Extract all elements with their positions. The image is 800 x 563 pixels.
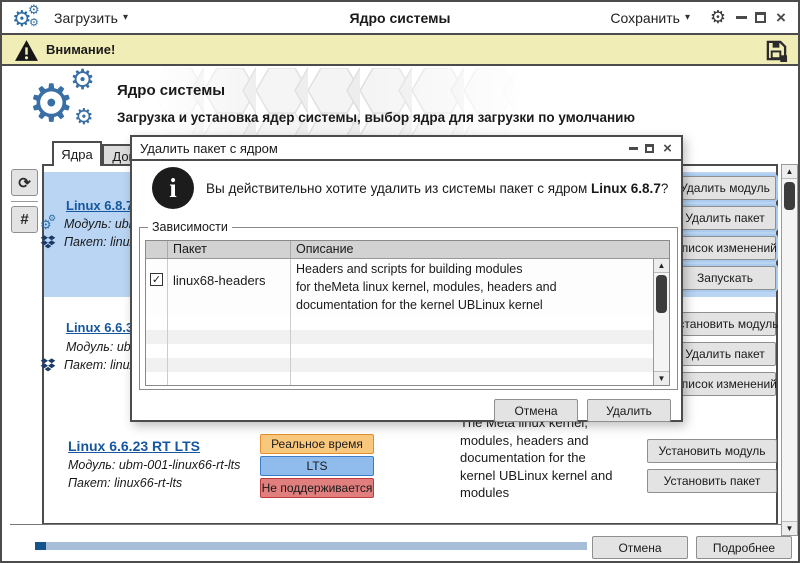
numbering-button[interactable]: #	[11, 206, 38, 233]
changelog-button[interactable]: Список изменений	[674, 236, 776, 260]
scroll-down-icon[interactable]: ▼	[782, 521, 797, 535]
table-row	[146, 330, 669, 344]
chevron-down-icon: ▾	[685, 12, 690, 23]
warning-bar: Внимание!	[2, 35, 798, 66]
scroll-down-icon[interactable]: ▼	[654, 371, 669, 385]
dialog-maximize-button[interactable]	[642, 137, 657, 159]
package-icon	[40, 357, 56, 373]
remove-package-button[interactable]: Удалить пакет	[674, 206, 776, 230]
package-icon	[40, 234, 56, 250]
package-column-header: Пакет	[168, 241, 291, 258]
dialog-cancel-button[interactable]: Отмена	[494, 399, 578, 422]
maximize-button[interactable]	[751, 2, 769, 33]
dialog-delete-button[interactable]: Удалить	[587, 399, 671, 422]
content-bottom-border	[10, 524, 781, 525]
kernel-3-description: The Meta linux kernel, modules, headers …	[460, 414, 620, 502]
scroll-up-icon[interactable]: ▲	[782, 165, 797, 179]
save-disk-icon[interactable]	[765, 39, 788, 62]
kernel-3-module: Модуль: ubm-001-linux66-rt-lts	[68, 458, 240, 472]
load-menu-label: Загрузить	[54, 10, 118, 26]
badge-lts: LTS	[260, 456, 374, 476]
refresh-button[interactable]: ⟳	[11, 169, 38, 196]
app-window: ⚙ ⚙ ⚙ Загрузить ▾ Ядро системы Сохранить…	[0, 0, 800, 563]
title-bar: ⚙ ⚙ ⚙ Загрузить ▾ Ядро системы Сохранить…	[2, 2, 798, 35]
dialog-close-button[interactable]: ×	[660, 137, 675, 159]
progress-fill	[35, 542, 46, 550]
close-button[interactable]: ×	[772, 2, 790, 33]
table-row	[146, 372, 669, 386]
dependency-description: Headers and scripts for building modules…	[291, 259, 669, 316]
install-package-button[interactable]: Установить пакет	[647, 469, 777, 493]
run-button[interactable]: Запускать	[674, 266, 776, 290]
main-scrollbar[interactable]: ▲ ▼	[781, 164, 798, 536]
chevron-down-icon: ▾	[123, 12, 128, 23]
scroll-up-icon[interactable]: ▲	[654, 259, 669, 273]
scroll-thumb[interactable]	[784, 182, 795, 210]
page-subtitle: Загрузка и установка ядер системы, выбор…	[117, 110, 635, 125]
dependencies-label: Зависимости	[148, 220, 232, 234]
changelog-button[interactable]: Список изменений	[674, 372, 776, 396]
remove-package-button[interactable]: Удалить пакет	[674, 342, 776, 366]
save-menu-label: Сохранить	[610, 10, 680, 26]
kernel-link-1[interactable]: Linux 6.8.7	[66, 198, 133, 213]
dialog-message: Вы действительно хотите удалить из систе…	[206, 181, 668, 196]
warning-icon	[14, 39, 39, 62]
hexagon-fade	[152, 68, 542, 140]
description-column-header: Описание	[291, 241, 669, 258]
dependencies-table: Пакет Описание ✓ linux68-headers Headers…	[145, 240, 670, 386]
load-menu-button[interactable]: Загрузить ▾	[54, 2, 128, 33]
footer-details-button[interactable]: Подробнее	[696, 536, 792, 559]
dependency-package-name: linux68-headers	[168, 259, 291, 316]
checkbox-column-header	[146, 241, 168, 258]
badge-unsupported: Не поддерживается	[260, 478, 374, 498]
dependency-checkbox[interactable]: ✓	[150, 273, 163, 286]
hash-icon: #	[20, 211, 28, 228]
install-module-button[interactable]: Установить модуль	[674, 312, 776, 336]
scroll-thumb[interactable]	[656, 275, 667, 313]
progress-bar	[35, 542, 587, 550]
dialog-title: Удалить пакет с ядром	[140, 141, 278, 156]
table-row	[146, 344, 669, 358]
table-row	[146, 358, 669, 372]
dialog-minimize-button[interactable]	[626, 137, 641, 159]
table-row	[146, 316, 669, 330]
info-icon: i	[152, 167, 194, 209]
warning-text: Внимание!	[46, 42, 115, 57]
kernel-link-3[interactable]: Linux 6.6.23 RT LTS	[68, 438, 200, 454]
module-gears-icon: ⚙ ⚙	[40, 216, 58, 232]
save-menu-button[interactable]: Сохранить ▾	[610, 2, 690, 33]
dialog-title-bar: Удалить пакет с ядром ×	[132, 137, 681, 161]
refresh-icon: ⟳	[18, 174, 31, 192]
remove-module-button[interactable]: Удалить модуль	[674, 176, 776, 200]
delete-kernel-dialog: Удалить пакет с ядром × i Вы действитель…	[130, 135, 683, 422]
table-row[interactable]: ✓ linux68-headers Headers and scripts fo…	[146, 259, 669, 316]
settings-gear-icon[interactable]: ⚙	[710, 8, 726, 26]
install-module-button[interactable]: Установить модуль	[647, 439, 777, 463]
sidebar-divider	[11, 201, 38, 202]
page-title: Ядро системы	[117, 82, 225, 99]
badge-realtime: Реальное время	[260, 434, 374, 454]
dependencies-group: Зависимости Пакет Описание ✓ linux68-hea…	[139, 220, 678, 390]
page-gears-icon: ⚙ ⚙ ⚙	[28, 70, 114, 142]
kernel-3-package: Пакет: linux66-rt-lts	[68, 476, 182, 490]
tab-kernels[interactable]: Ядра	[52, 141, 102, 166]
table-scrollbar[interactable]: ▲ ▼	[653, 259, 669, 385]
table-header: Пакет Описание	[146, 241, 669, 259]
footer-cancel-button[interactable]: Отмена	[592, 536, 688, 559]
minimize-button[interactable]	[732, 2, 750, 33]
app-gears-icon: ⚙ ⚙ ⚙	[12, 4, 46, 32]
